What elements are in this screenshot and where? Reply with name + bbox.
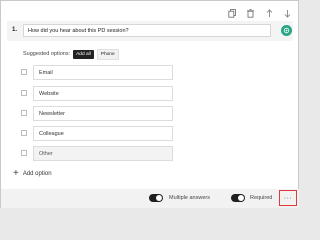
add-option-label: Add option — [22, 171, 52, 177]
option-input[interactable]: Newsletter — [33, 106, 173, 121]
required-label: Required — [250, 195, 273, 201]
plus-icon: + — [13, 168, 19, 179]
immersive-reader-icon[interactable] — [281, 25, 292, 36]
move-up-icon[interactable] — [264, 8, 274, 18]
add-all-button[interactable]: Add all — [73, 49, 94, 59]
question-row: 1. How did you hear about this PD sessio… — [7, 21, 293, 41]
delete-icon[interactable] — [245, 8, 255, 18]
question-title-input[interactable]: How did you hear about this PD session? — [23, 24, 271, 37]
option-input-other[interactable]: Other — [33, 146, 173, 161]
option-checkbox[interactable] — [21, 90, 27, 96]
suggestion-chip-phone[interactable]: Phone — [96, 48, 119, 60]
option-checkbox[interactable] — [21, 130, 27, 136]
option-input[interactable]: Website — [33, 86, 173, 101]
option-checkbox[interactable] — [21, 69, 27, 75]
question-number: 1. — [12, 27, 18, 33]
suggested-options: Suggested options: Add all Phone — [23, 48, 119, 60]
suggested-options-label: Suggested options: — [23, 51, 71, 57]
option-input[interactable]: Colleague — [33, 126, 173, 141]
more-options-button[interactable]: ··· — [279, 190, 297, 206]
option-checkbox[interactable] — [21, 150, 27, 156]
copy-icon[interactable] — [227, 8, 237, 18]
add-option-button[interactable]: + Add option — [13, 169, 52, 179]
question-card: 1. How did you hear about this PD sessio… — [0, 0, 299, 208]
multiple-answers-label: Multiple answers — [169, 195, 210, 201]
required-toggle[interactable] — [231, 194, 245, 202]
question-footer: Multiple answers Required ··· — [1, 189, 299, 208]
option-input[interactable]: Email — [33, 65, 173, 80]
option-checkbox[interactable] — [21, 110, 27, 116]
multiple-answers-toggle[interactable] — [149, 194, 163, 202]
move-down-icon[interactable] — [282, 8, 292, 18]
